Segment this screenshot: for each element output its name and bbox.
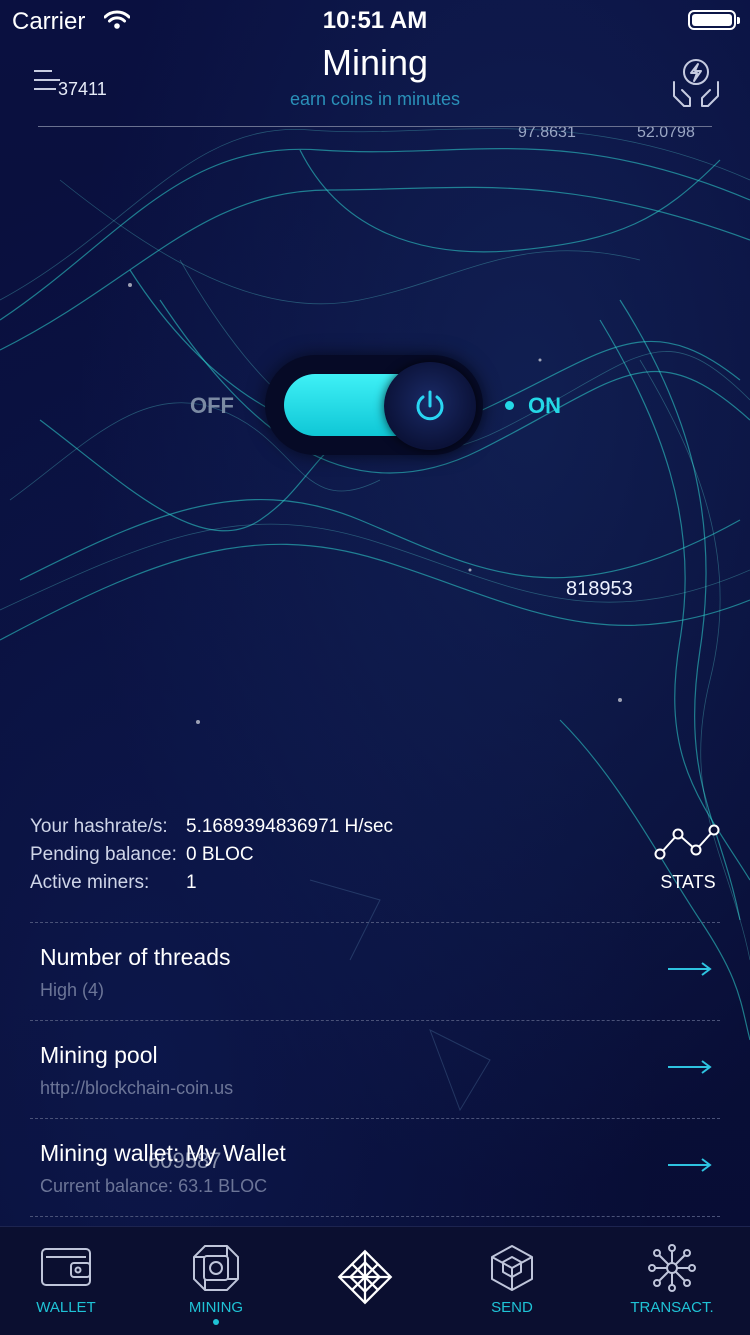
tab-mining-label: MINING [188, 1299, 244, 1316]
tab-send[interactable]: SEND [452, 1227, 572, 1335]
switch-on-indicator [505, 401, 514, 410]
tab-bar: WALLET MINING SEND TRANSACT. [0, 1226, 750, 1335]
floating-number: 818953 [566, 578, 633, 600]
tab-wallet[interactable]: WALLET [6, 1227, 126, 1335]
active-miners-value: 1 [186, 872, 197, 893]
mining-pool-row[interactable]: Mining pool http://blockchain-coin.us [30, 1020, 720, 1118]
arrow-right-icon [668, 1060, 712, 1074]
row-divider [30, 1118, 720, 1119]
mining-pool-url: http://blockchain-coin.us [40, 1078, 234, 1098]
power-icon [416, 390, 444, 421]
status-bar: Carrier 10:51 AM [0, 0, 750, 40]
hashrate-label: Your hashrate/s: [30, 816, 168, 837]
page-title: Mining [321, 42, 429, 83]
mining-wallet-balance: Current balance: 63.1 BLOC [40, 1176, 268, 1196]
mining-wallet-row[interactable]: 609587 Mining wallet: My Wallet Current … [30, 1118, 720, 1216]
page-subtitle: earn coins in minutes [289, 89, 461, 109]
header-divider [38, 126, 712, 127]
row-divider [30, 1216, 720, 1217]
tab-home-logo[interactable] [305, 1227, 425, 1335]
transactions-network-icon [648, 1244, 696, 1292]
tab-wallet-label: WALLET [36, 1299, 96, 1316]
switch-knob[interactable] [384, 362, 476, 450]
tab-transactions[interactable]: TRANSACT. [612, 1227, 732, 1335]
send-cube-icon [491, 1245, 533, 1291]
arrow-right-icon [668, 962, 712, 976]
mining-chip-icon [193, 1245, 239, 1291]
arrow-right-icon [668, 1158, 712, 1172]
clock: 10:51 AM [322, 7, 428, 34]
crystal-logo-icon [337, 1249, 393, 1305]
stats-chart-icon [654, 824, 720, 860]
threads-row[interactable]: Number of threads High (4) [30, 922, 720, 1020]
mining-pool-title: Mining pool [40, 1042, 158, 1068]
stats-button-label: STATS [660, 872, 716, 892]
switch-on-label: ON [528, 393, 561, 418]
threads-value: High (4) [40, 980, 105, 1000]
tab-send-label: SEND [491, 1299, 533, 1316]
stats-button[interactable]: STATS [650, 822, 726, 894]
active-tab-indicator [213, 1319, 219, 1325]
pending-balance-value: 0 BLOC [186, 844, 254, 865]
active-miners-label: Active miners: [30, 872, 150, 893]
tab-transactions-label: TRANSACT. [630, 1299, 714, 1316]
mining-wallet-title: Mining wallet: My Wallet [40, 1140, 286, 1166]
row-divider [30, 1020, 720, 1021]
threads-title: Number of threads [40, 944, 231, 970]
power-hands-icon[interactable] [670, 56, 722, 110]
battery-icon [688, 10, 740, 30]
pending-balance-label: Pending balance: [30, 844, 177, 865]
switch-off-label: OFF [190, 393, 234, 418]
hashrate-value: 5.1689394836971 H/sec [186, 816, 394, 837]
tab-mining[interactable]: MINING [156, 1227, 276, 1335]
wallet-icon [41, 1248, 91, 1286]
row-divider [30, 922, 720, 923]
